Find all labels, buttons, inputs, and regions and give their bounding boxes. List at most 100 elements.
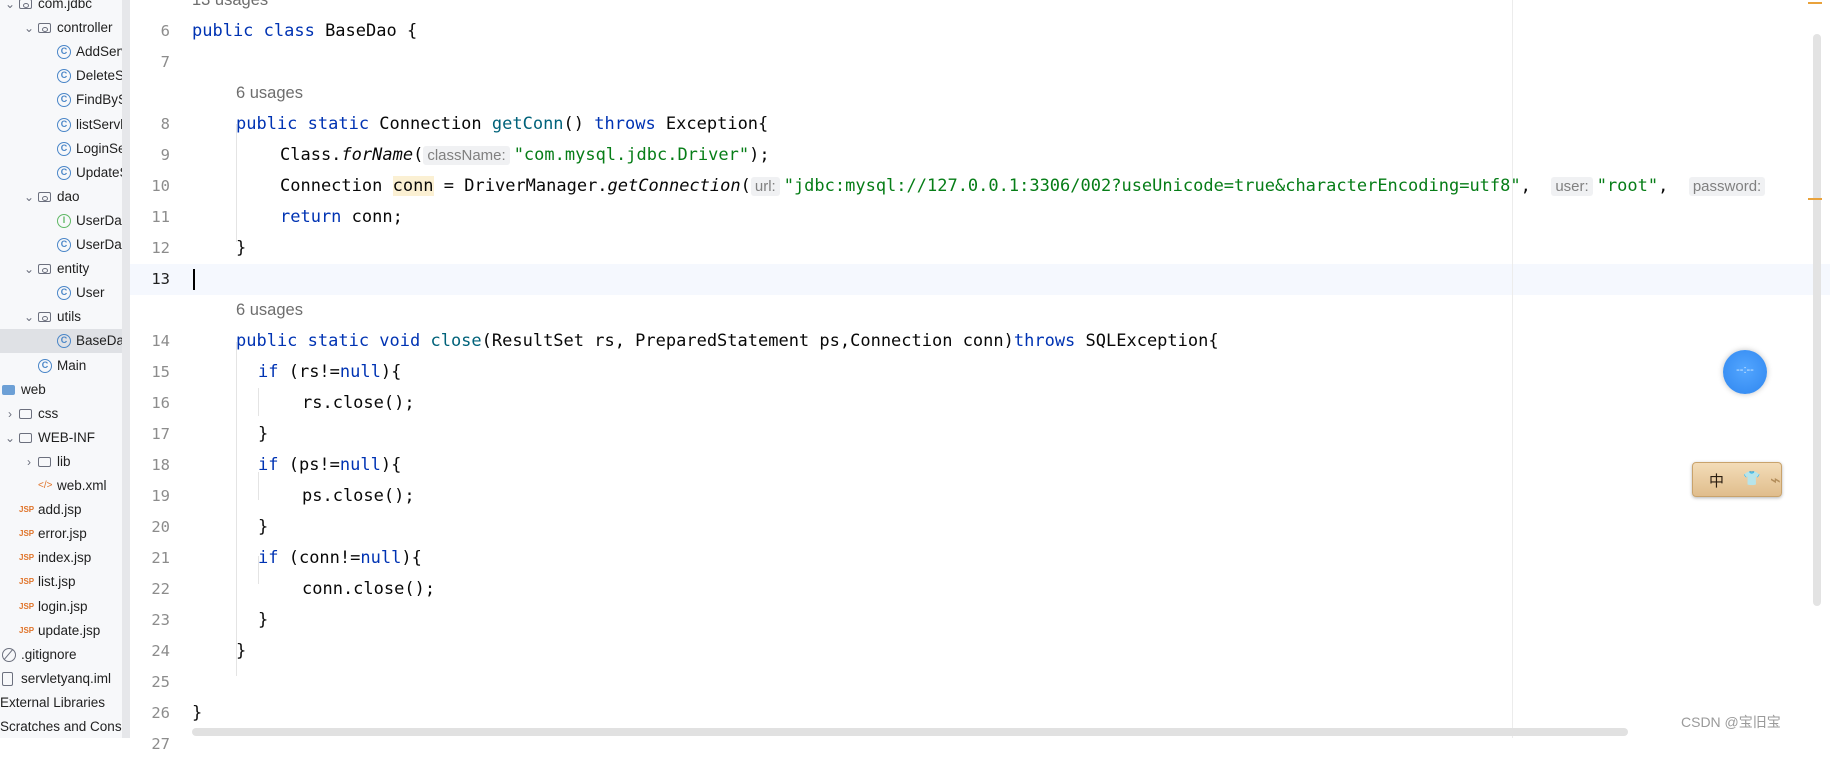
code-line[interactable]: } bbox=[258, 605, 268, 636]
code-line[interactable]: public static void close(ResultSet rs, P… bbox=[236, 326, 1219, 357]
line-number[interactable]: 23 bbox=[130, 605, 170, 636]
code-line[interactable]: } bbox=[236, 636, 246, 667]
tree-item[interactable]: web bbox=[0, 378, 122, 402]
chevron-down-icon[interactable]: ⌄ bbox=[23, 16, 35, 40]
code-token: ){ bbox=[380, 362, 402, 382]
code-line[interactable]: Connection conn = DriverManager.getConne… bbox=[280, 171, 1769, 202]
tree-item[interactable]: JSP update.jsp bbox=[0, 619, 122, 643]
tree-item[interactable]: ⌄ controller bbox=[0, 16, 122, 40]
code-line[interactable]: conn.close(); bbox=[302, 574, 435, 605]
code-line[interactable]: if (conn!=null){ bbox=[258, 543, 422, 574]
code-line[interactable]: } bbox=[258, 419, 268, 450]
floating-clock-ball[interactable]: --:-- bbox=[1723, 350, 1767, 394]
tree-item[interactable]: JSP login.jsp bbox=[0, 595, 122, 619]
tree-item[interactable]: C User bbox=[0, 281, 122, 305]
line-number[interactable]: 22 bbox=[130, 574, 170, 605]
tree-item[interactable]: JSP add.jsp bbox=[0, 498, 122, 522]
scrollbar-marker[interactable] bbox=[1808, 198, 1822, 200]
tree-item[interactable]: C LoginServlet bbox=[0, 137, 122, 161]
tree-item[interactable]: </> web.xml bbox=[0, 474, 122, 498]
line-number[interactable]: 6 bbox=[130, 16, 170, 47]
tree-item[interactable]: ⌄ com.jdbc bbox=[0, 0, 122, 16]
tree-item[interactable]: ⌄ utils bbox=[0, 305, 122, 329]
line-number[interactable]: 11 bbox=[130, 202, 170, 233]
usages-hint[interactable]: 13 usages bbox=[192, 0, 268, 16]
tree-item[interactable]: JSP error.jsp bbox=[0, 522, 122, 546]
code-line[interactable]: } bbox=[236, 233, 246, 264]
line-number[interactable]: 21 bbox=[130, 543, 170, 574]
ime-language-toggle[interactable]: 中 bbox=[1709, 470, 1724, 491]
line-number[interactable]: 16 bbox=[130, 388, 170, 419]
tree-item[interactable]: .gitignore bbox=[0, 643, 122, 667]
tree-item[interactable]: C DeleteServlet bbox=[0, 64, 122, 88]
scrollbar-marker[interactable] bbox=[1808, 2, 1822, 4]
code-token: conn; bbox=[351, 207, 403, 227]
tree-splitter[interactable] bbox=[122, 0, 130, 738]
line-number[interactable]: 9 bbox=[130, 140, 170, 171]
tree-item[interactable]: ⌄ WEB-INF bbox=[0, 426, 122, 450]
tree-item[interactable]: JSP index.jsp bbox=[0, 546, 122, 570]
usages-hint[interactable]: 6 usages bbox=[236, 78, 303, 109]
chevron-down-icon[interactable]: ⌄ bbox=[23, 305, 35, 329]
line-number[interactable]: 14 bbox=[130, 326, 170, 357]
tree-item[interactable]: ClistServlet bbox=[0, 113, 122, 137]
line-number[interactable]: 8 bbox=[130, 109, 170, 140]
tree-item[interactable]: C Main bbox=[0, 354, 122, 378]
code-line[interactable]: public class BaseDao { bbox=[192, 16, 417, 47]
tree-item[interactable]: External Libraries bbox=[0, 691, 122, 715]
line-number[interactable]: 20 bbox=[130, 512, 170, 543]
line-number[interactable]: 25 bbox=[130, 667, 170, 698]
tree-item[interactable]: C UpdateServlet bbox=[0, 161, 122, 185]
usages-label[interactable]: 13 usages bbox=[192, 0, 268, 9]
tree-item[interactable]: C BaseDao bbox=[0, 329, 122, 354]
code-line[interactable]: public static Connection getConn() throw… bbox=[236, 109, 768, 140]
tree-item[interactable]: C AddServlet bbox=[0, 40, 122, 64]
tree-item[interactable]: Scratches and Consoles bbox=[0, 715, 122, 738]
chevron-right-icon[interactable]: › bbox=[4, 402, 16, 426]
code-line[interactable]: } bbox=[258, 512, 268, 543]
line-number[interactable]: 18 bbox=[130, 450, 170, 481]
project-tree[interactable]: ⌄com.jdbc⌄controllerCAddServletCDeleteSe… bbox=[0, 0, 122, 738]
tree-item[interactable]: ⌄ dao bbox=[0, 185, 122, 209]
line-number[interactable]: 17 bbox=[130, 419, 170, 450]
ime-toolbar[interactable]: 中 👕 bbox=[1692, 462, 1782, 497]
tree-item[interactable]: ⌄ entity bbox=[0, 257, 122, 281]
line-number[interactable]: 12 bbox=[130, 233, 170, 264]
code-line[interactable]: if (rs!=null){ bbox=[258, 357, 401, 388]
code-line[interactable]: Class.forName(className: "com.mysql.jdbc.… bbox=[280, 140, 770, 171]
code-editor[interactable]: 13 usages public class BaseDao { 6 usages p… bbox=[192, 0, 1822, 738]
tree-item[interactable]: C FindBySidServlet bbox=[0, 88, 122, 112]
line-number[interactable]: 10 bbox=[130, 171, 170, 202]
code-line[interactable]: rs.close(); bbox=[302, 388, 415, 419]
usages-label[interactable]: 6 usages bbox=[236, 84, 303, 102]
line-number[interactable]: 15 bbox=[130, 357, 170, 388]
line-number[interactable]: 7 bbox=[130, 47, 170, 78]
horizontal-scrollbar[interactable] bbox=[192, 728, 1628, 736]
usages-label[interactable]: 6 usages bbox=[236, 301, 303, 319]
tree-item[interactable]: › lib bbox=[0, 450, 122, 474]
code-line[interactable]: return conn; bbox=[280, 202, 403, 233]
tree-item[interactable]: › css bbox=[0, 402, 122, 426]
vertical-scrollbar[interactable] bbox=[1813, 34, 1821, 606]
line-number[interactable]: 27 bbox=[130, 729, 170, 760]
code-line[interactable]: if (ps!=null){ bbox=[258, 450, 401, 481]
chevron-right-icon[interactable]: › bbox=[23, 450, 35, 474]
chevron-down-icon[interactable]: ⌄ bbox=[4, 0, 16, 16]
code-token: (conn!= bbox=[288, 548, 361, 568]
tree-item[interactable]: I UserDao bbox=[0, 209, 122, 233]
usages-hint[interactable]: 6 usages bbox=[236, 295, 303, 326]
code-line[interactable]: ps.close(); bbox=[302, 481, 415, 512]
chevron-down-icon[interactable]: ⌄ bbox=[23, 185, 35, 209]
code-line[interactable]: } bbox=[192, 698, 202, 729]
line-number[interactable]: 13 bbox=[130, 264, 170, 295]
tree-item[interactable]: JSP list.jsp bbox=[0, 570, 122, 594]
line-number[interactable]: 19 bbox=[130, 481, 170, 512]
chevron-down-icon[interactable]: ⌄ bbox=[4, 426, 16, 450]
chevron-down-icon[interactable]: ⌄ bbox=[23, 257, 35, 281]
tree-item[interactable]: C UserDaoImpl bbox=[0, 233, 122, 257]
line-number[interactable]: 26 bbox=[130, 698, 170, 729]
tshirt-icon[interactable]: 👕 bbox=[1743, 470, 1760, 487]
package-icon bbox=[38, 264, 51, 275]
tree-item[interactable]: servletyanq.iml bbox=[0, 667, 122, 691]
line-number[interactable]: 24 bbox=[130, 636, 170, 667]
